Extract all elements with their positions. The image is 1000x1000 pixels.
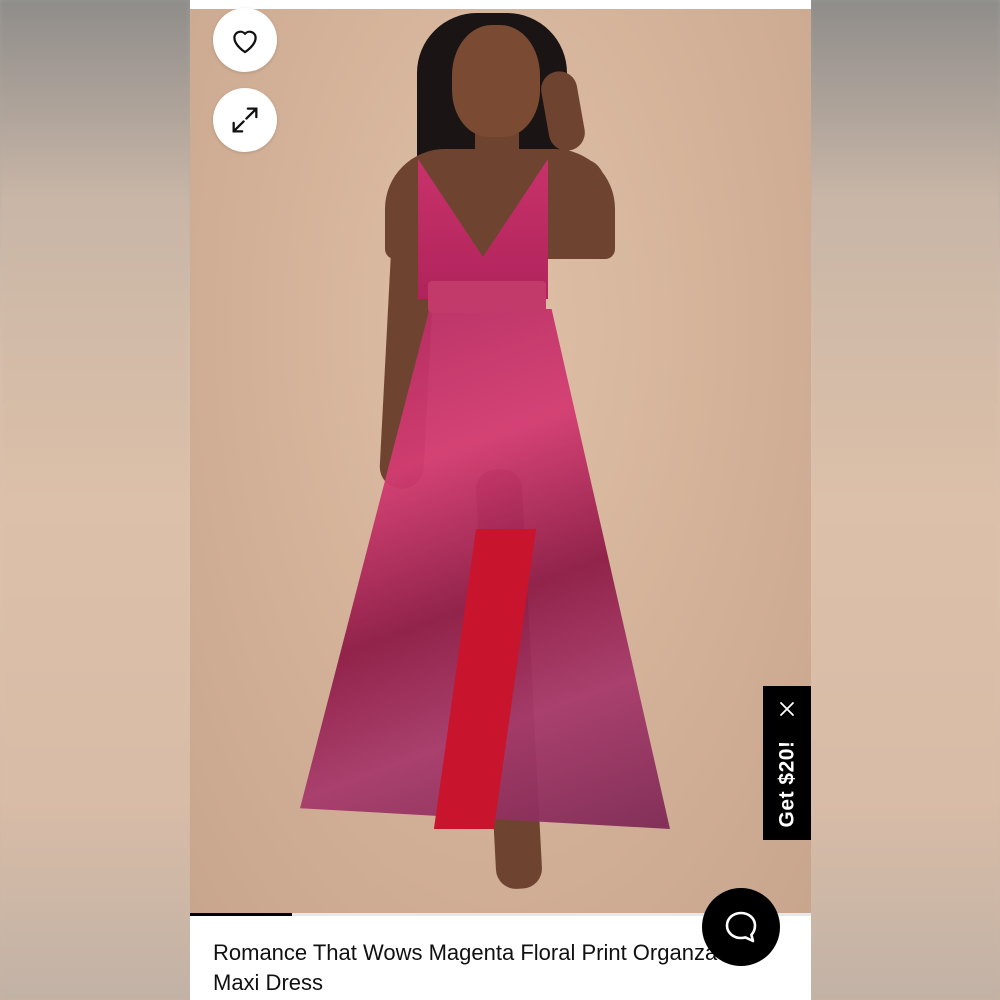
favorite-button[interactable] bbox=[213, 8, 277, 72]
product-image[interactable] bbox=[190, 9, 811, 914]
heart-icon bbox=[233, 30, 257, 54]
product-title: Romance That Wows Magenta Floral Print O… bbox=[213, 940, 718, 995]
gallery-progress-fill bbox=[190, 913, 293, 916]
chat-button[interactable] bbox=[702, 888, 780, 966]
promo-label[interactable]: Get $20! bbox=[775, 741, 799, 828]
expand-button[interactable] bbox=[213, 88, 277, 152]
right-blur-background bbox=[810, 0, 1000, 1000]
promo-label-wrap[interactable]: Get $20! bbox=[763, 730, 811, 838]
model-arm-right bbox=[560, 159, 604, 249]
promo-tab[interactable]: Get $20! bbox=[763, 686, 811, 840]
promo-close-button[interactable] bbox=[763, 692, 811, 726]
close-icon bbox=[780, 702, 794, 716]
expand-icon bbox=[232, 107, 258, 133]
model-head bbox=[452, 25, 540, 137]
dress-waistband bbox=[428, 281, 546, 313]
product-page: Get $20! Romance That Wows Magenta Flora… bbox=[190, 0, 811, 1000]
left-blur-background bbox=[0, 0, 190, 1000]
chat-icon bbox=[725, 911, 757, 943]
